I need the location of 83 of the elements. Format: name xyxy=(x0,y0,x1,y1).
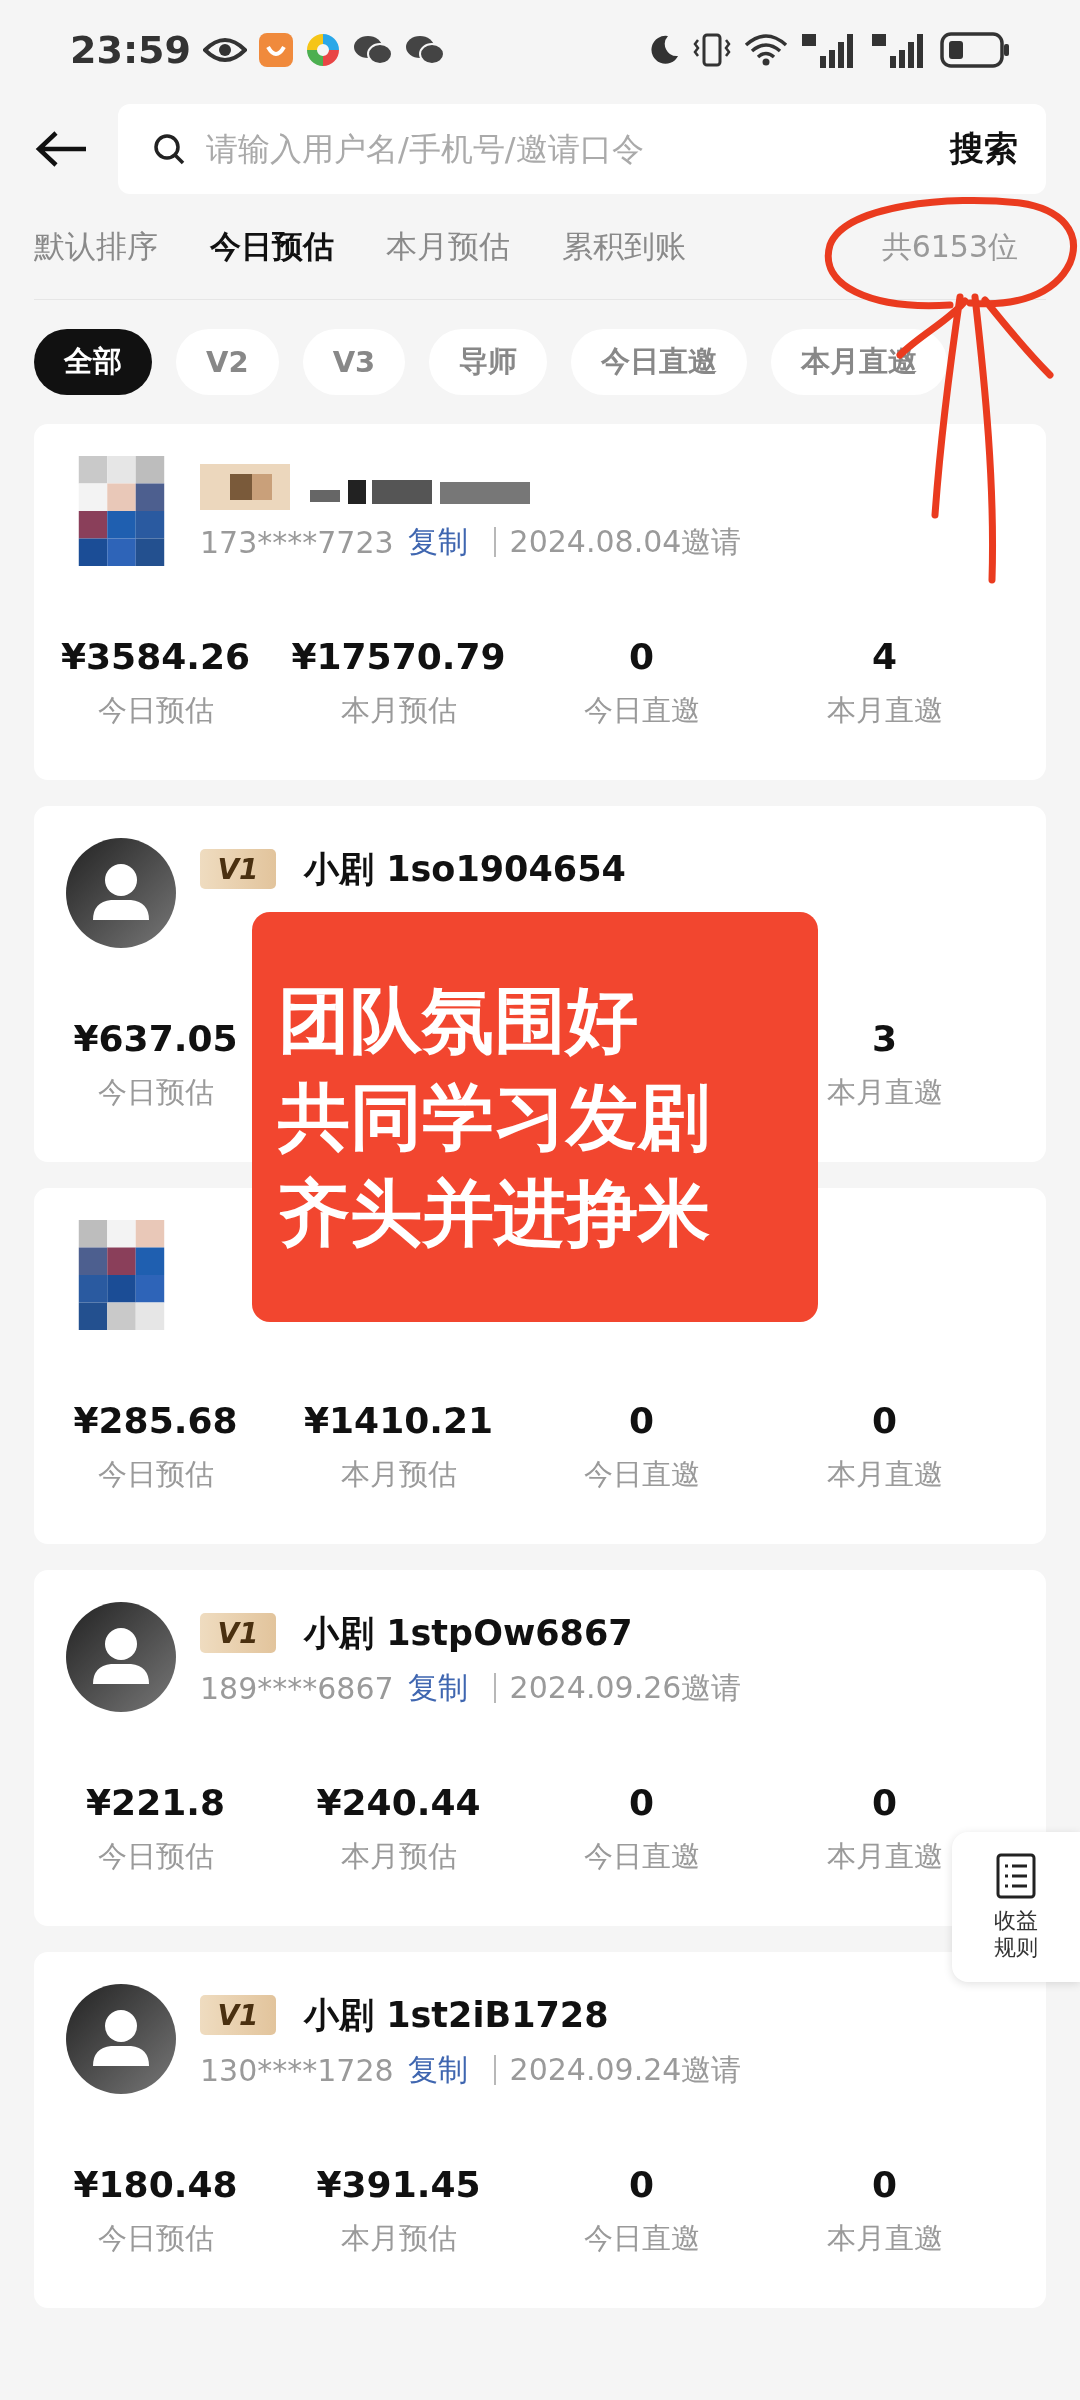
copy-link[interactable]: 复制 xyxy=(407,2049,468,2091)
amount-value: ¥221.8 xyxy=(86,1782,225,1823)
amount-value: ¥3584.26 xyxy=(61,636,250,677)
amount-value: 0 xyxy=(628,1400,655,1441)
amount-value: 0 xyxy=(871,1400,898,1441)
back-icon[interactable] xyxy=(34,129,88,169)
invite-date: 2024.09.26邀请 xyxy=(509,1668,742,1707)
filter-chip[interactable]: V3 xyxy=(302,329,406,395)
search-button[interactable]: 搜索 xyxy=(950,126,1018,172)
member-name: 小剧 1st2iB1728 xyxy=(304,1993,609,2037)
eye-icon xyxy=(202,35,247,65)
sort-tab[interactable]: 累积到账 xyxy=(562,226,686,268)
phone-number: 173****7723 xyxy=(200,524,394,560)
amount-value: ¥180.48 xyxy=(73,2164,238,2205)
invite-date: 2024.09.24邀请 xyxy=(509,2050,742,2089)
vibrate-icon xyxy=(692,32,732,68)
member-count: 共6153位 xyxy=(881,227,1018,266)
avatar-icon xyxy=(66,1602,176,1712)
stat-label: 今日直邀 xyxy=(583,692,700,729)
stat-label: 本月预估 xyxy=(340,692,457,729)
banner-text: 齐头并进挣米 xyxy=(278,1170,711,1257)
filter-chip[interactable]: V2 xyxy=(176,329,279,395)
amount-value: ¥637.05 xyxy=(73,1018,238,1059)
banner-text: 共同学习发剧 xyxy=(278,1073,711,1161)
filter-chip[interactable]: 今日直邀 xyxy=(571,329,748,395)
sort-tab[interactable]: 默认排序 xyxy=(34,226,158,268)
wifi-icon xyxy=(744,33,788,67)
stat-label: 今日预估 xyxy=(97,1074,214,1111)
phone-number: 130****1728 xyxy=(200,2052,394,2088)
stat-label: 本月直邀 xyxy=(826,1838,943,1875)
sort-tab[interactable]: 本月预估 xyxy=(386,226,510,268)
invite-date: 2024.08.04邀请 xyxy=(509,522,742,561)
filter-chip[interactable]: 导师 xyxy=(429,329,548,395)
rules-button[interactable]: 收益规则 xyxy=(952,1832,1080,1982)
level-badge: V1 xyxy=(200,1995,276,2035)
stat-label: 本月直邀 xyxy=(826,1456,943,1493)
app-icon xyxy=(304,32,341,68)
search-icon xyxy=(152,132,186,166)
amount-value: 0 xyxy=(628,636,655,677)
banner-text: 团队氛围好 xyxy=(278,977,639,1064)
stat-label: 本月直邀 xyxy=(826,692,943,729)
stat-label: 本月预估 xyxy=(340,1456,457,1493)
amount-value: 4 xyxy=(871,636,898,677)
phone-number: 189****6867 xyxy=(200,1670,394,1706)
copy-link[interactable]: 复制 xyxy=(407,521,468,563)
amount-value: ¥391.45 xyxy=(316,2164,481,2205)
battery-icon xyxy=(940,32,1010,68)
stat-label: 今日预估 xyxy=(97,2220,214,2257)
amount-value: 0 xyxy=(628,2164,655,2205)
stat-label: 本月预估 xyxy=(340,2220,457,2257)
stat-label: 本月预估 xyxy=(340,1838,457,1875)
amount-value: 0 xyxy=(871,2164,898,2205)
app-icon xyxy=(258,33,293,67)
list-icon xyxy=(996,1852,1036,1899)
status-time: 23:59 xyxy=(70,28,191,72)
amount-value: ¥17570.79 xyxy=(291,636,506,677)
search-field[interactable]: 请输入用户名/手机号/邀请口令 搜索 xyxy=(118,104,1046,194)
stat-label: 今日直邀 xyxy=(583,1838,700,1875)
filter-chip[interactable]: 全部 xyxy=(34,329,152,395)
stat-label: 今日预估 xyxy=(97,692,214,729)
stat-label: 今日预估 xyxy=(97,1838,214,1875)
stat-label: 本月直邀 xyxy=(826,1074,943,1111)
sort-tab[interactable]: 今日预估 xyxy=(210,226,334,268)
stat-label: 本月直邀 xyxy=(826,2220,943,2257)
amount-value: ¥1410.21 xyxy=(304,1400,493,1441)
member-name: 小剧 1so1904654 xyxy=(304,847,626,891)
level-badge: V1 xyxy=(200,1613,276,1653)
stat-label: 今日直邀 xyxy=(583,1456,700,1493)
amount-value: 0 xyxy=(628,1782,655,1823)
avatar-icon xyxy=(66,1984,176,2094)
stat-label: 今日预估 xyxy=(97,1456,214,1493)
amount-value: ¥240.44 xyxy=(316,1782,481,1823)
stat-label: 今日直邀 xyxy=(583,2220,700,2257)
level-badge: V1 xyxy=(200,849,276,889)
avatar-icon xyxy=(66,838,176,948)
amount-value: ¥285.68 xyxy=(73,1400,238,1441)
member-name: 小剧 1stpOw6867 xyxy=(304,1611,633,1655)
amount-value: 0 xyxy=(871,1782,898,1823)
chat-icon xyxy=(404,34,445,66)
amount-value: 3 xyxy=(871,1018,898,1059)
moon-icon xyxy=(648,34,680,66)
chat-icon xyxy=(352,34,393,66)
copy-link[interactable]: 复制 xyxy=(407,1667,468,1709)
